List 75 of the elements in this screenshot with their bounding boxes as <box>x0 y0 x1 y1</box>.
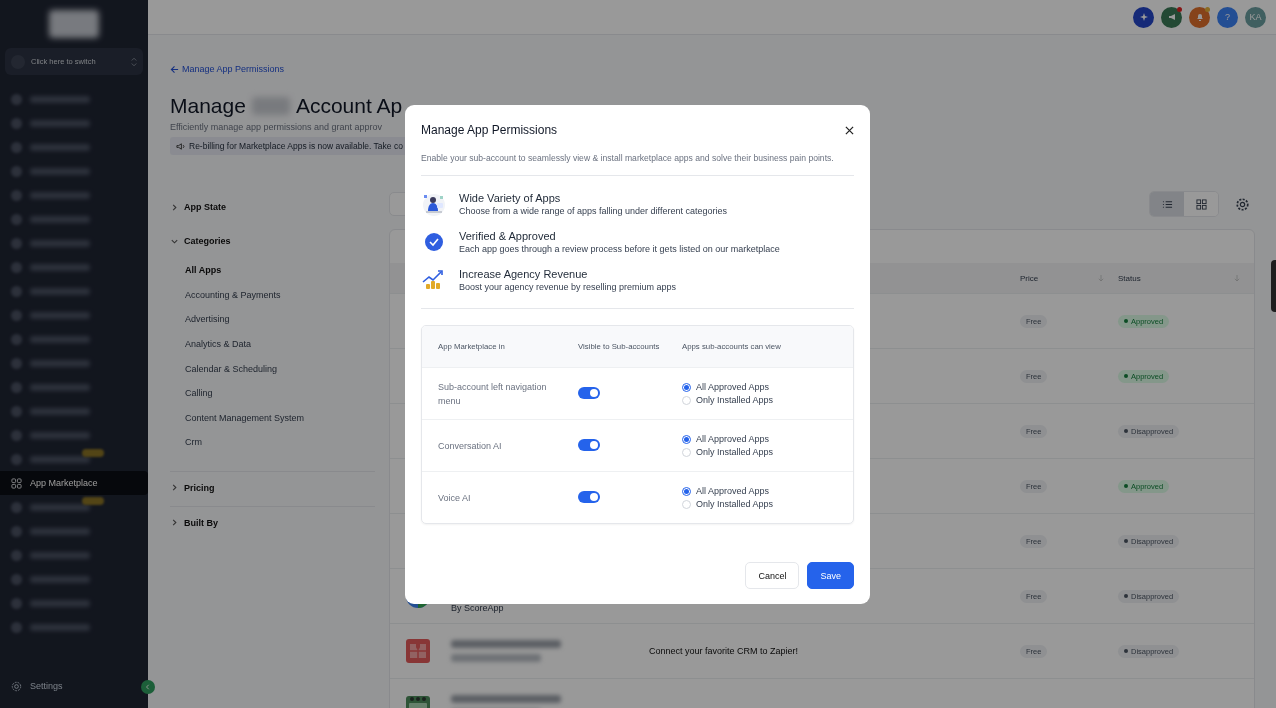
radio-button[interactable] <box>682 434 691 444</box>
page-subtitle: Efficiently manage app permissions and grant approv <box>170 122 382 132</box>
visibility-toggle[interactable] <box>578 490 600 503</box>
bell-button[interactable] <box>1189 6 1210 28</box>
category-item[interactable]: Analytics & Data <box>185 331 389 357</box>
location-label: Sub-account left navigation menu <box>438 380 548 408</box>
feature-text: Each app goes through a review process before it gets listed on our marketplace <box>459 244 780 254</box>
category-item[interactable]: Calling <box>185 380 389 406</box>
category-item[interactable]: Advertising <box>185 307 389 332</box>
radio-option[interactable]: All Approved Apps <box>682 486 853 496</box>
column-header[interactable]: Price <box>1020 273 1039 283</box>
filter-header[interactable]: Built By <box>170 510 375 535</box>
dialog-description: Enable your sub-account to seamlessly view & install marketplace apps and solve their business pain points. <box>421 152 854 176</box>
category-item[interactable]: Accounting & Payments <box>185 282 389 308</box>
close-button[interactable] <box>845 125 854 135</box>
category-item[interactable]: Calendar & Scheduling <box>185 356 389 381</box>
dialog-title: Manage App Permissions <box>421 123 558 137</box>
save-button[interactable]: Save <box>807 562 854 589</box>
sparkle-button[interactable] <box>1133 6 1154 28</box>
feature-title: Wide Variety of Apps <box>459 192 562 204</box>
settings-icon <box>11 680 22 692</box>
feature-text: Boost your agency revenue by reselling premium apps <box>459 282 677 292</box>
blurred-logo <box>49 10 99 38</box>
back-link[interactable]: Manage App Permissions <box>170 64 285 74</box>
radio-option[interactable]: All Approved Apps <box>682 434 853 444</box>
grid-icon <box>11 477 22 489</box>
puzzle-logo-icon <box>405 638 431 664</box>
grid-icon <box>1195 198 1207 210</box>
chevron-icon <box>170 518 179 528</box>
category-item[interactable]: All Apps <box>185 258 389 283</box>
blurred-word <box>251 97 290 115</box>
category-item[interactable]: Content Management System <box>185 405 389 431</box>
page-title: Account Ap <box>295 94 403 118</box>
updown-icon <box>131 56 137 67</box>
speaker-icon <box>176 141 185 151</box>
radio-button[interactable] <box>682 382 691 392</box>
page-title: Manage <box>170 94 246 118</box>
chevron-icon <box>170 202 179 212</box>
side-handle[interactable] <box>1271 260 1276 312</box>
settings-link[interactable]: Settings <box>11 678 63 694</box>
app-description: Connect your favorite CRM to Zapier! <box>649 646 800 656</box>
column-header[interactable]: Status <box>1118 273 1141 283</box>
sort-arrow-icon <box>1234 274 1240 282</box>
megaphone-icon <box>1166 12 1177 22</box>
radio-option[interactable]: Only Installed Apps <box>682 395 853 405</box>
chevron-icon <box>170 483 179 493</box>
location-label: Conversation AI <box>438 439 503 453</box>
app-author: By ScoreApp <box>451 603 504 615</box>
settings-button[interactable] <box>1235 196 1250 212</box>
feature-title: Verified & Approved <box>459 230 557 242</box>
megaphone-button[interactable] <box>1161 6 1182 28</box>
radio-option[interactable]: Only Installed Apps <box>682 447 853 457</box>
visibility-toggle[interactable] <box>578 438 600 451</box>
category-item[interactable]: Crm <box>185 430 389 455</box>
filter-header[interactable]: App State <box>170 195 389 219</box>
chevron-left-icon <box>145 684 151 690</box>
radio-option[interactable]: Only Installed Apps <box>682 499 853 509</box>
filter-header[interactable]: Pricing <box>170 475 375 500</box>
help-button[interactable]: ? <box>1217 6 1238 28</box>
feature-text: Choose from a wide range of apps falling under different categories <box>459 206 727 216</box>
list-icon <box>1161 198 1173 210</box>
arrow-left-icon <box>170 64 179 74</box>
radio-button[interactable] <box>682 486 691 496</box>
filter-header[interactable]: Categories <box>170 229 389 253</box>
nav-item[interactable]: App Marketplace <box>0 471 148 495</box>
person-at-desk-icon <box>421 191 447 217</box>
cancel-button[interactable]: Cancel <box>745 562 800 589</box>
banner-text: Re-billing for Marketplace Apps is now available. Take co <box>189 141 403 151</box>
location-label: Voice AI <box>438 491 472 505</box>
visibility-toggle[interactable] <box>578 386 600 399</box>
radio-option[interactable]: All Approved Apps <box>682 382 853 392</box>
list-view-button[interactable] <box>1150 192 1184 216</box>
feature-title: Increase Agency Revenue <box>459 268 589 280</box>
sort-arrow-icon <box>1098 274 1104 282</box>
collapse-button[interactable] <box>141 680 155 694</box>
